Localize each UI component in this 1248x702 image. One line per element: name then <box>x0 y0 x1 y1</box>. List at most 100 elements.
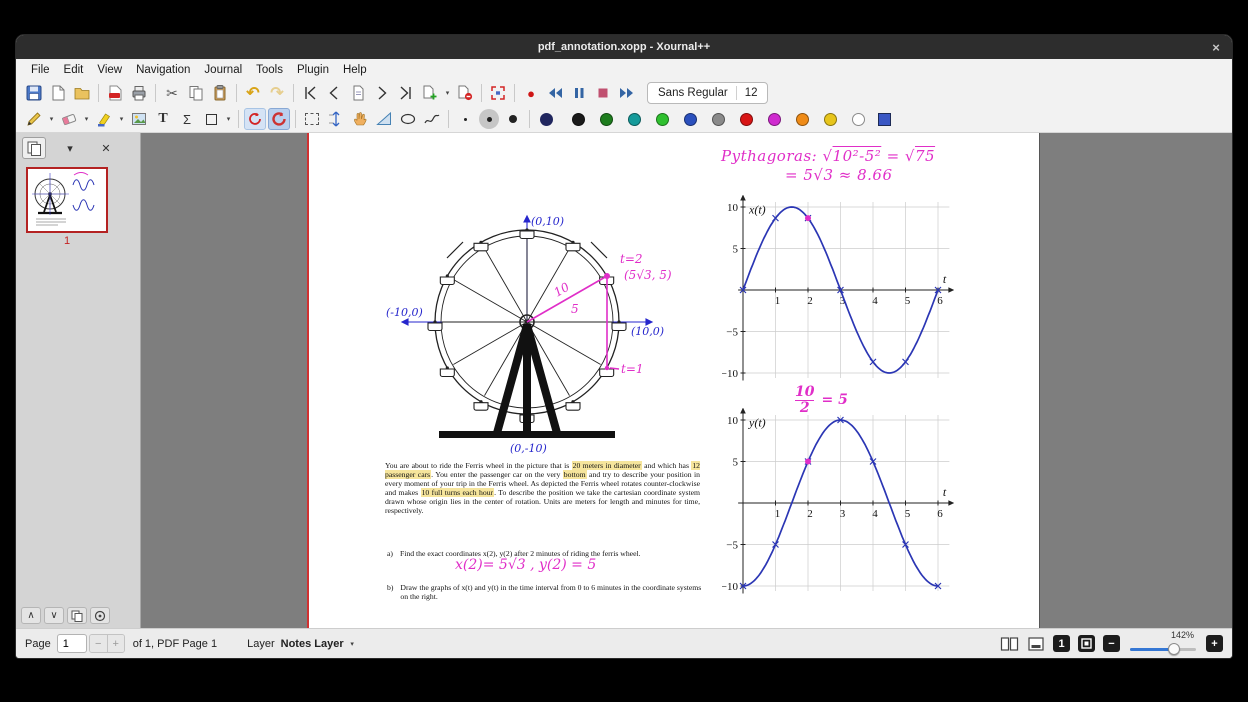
document-canvas[interactable]: Pythagoras: √10²-5² = √75 = 5√3 ≈ 8.66 1… <box>141 133 1232 628</box>
previous-page-button[interactable] <box>323 82 345 104</box>
svg-text:6: 6 <box>937 508 943 520</box>
highlighter-tool-button[interactable] <box>93 108 115 130</box>
svg-text:−10: −10 <box>722 368 738 380</box>
page-thumbnail[interactable] <box>26 167 108 233</box>
goto-page-button[interactable] <box>347 82 369 104</box>
new-document-button[interactable] <box>47 82 69 104</box>
zoom-slider-handle[interactable] <box>1168 642 1180 655</box>
pen-options-dropdown[interactable]: ▾ <box>47 115 56 123</box>
zoom-fit-button[interactable] <box>1078 635 1095 652</box>
page-number-input[interactable] <box>56 634 87 653</box>
thickness-thick-button[interactable] <box>502 108 524 130</box>
menu-help[interactable]: Help <box>336 62 374 78</box>
export-pdf-button[interactable] <box>104 82 126 104</box>
eraser-tool-button[interactable] <box>58 108 80 130</box>
sidebar-close-button[interactable]: ✕ <box>94 137 118 159</box>
color-swatch-magenta[interactable] <box>768 112 781 126</box>
pdf-page[interactable]: Pythagoras: √10²-5² = √75 = 5√3 ≈ 8.66 1… <box>307 133 1040 628</box>
shapes-tool-button[interactable] <box>200 108 222 130</box>
pen-tool-button[interactable] <box>23 108 45 130</box>
thickness-fine-button[interactable] <box>454 108 476 130</box>
cut-button[interactable]: ✂ <box>161 82 183 104</box>
add-page-dropdown[interactable]: ▾ <box>443 89 452 97</box>
hand-tool-button[interactable] <box>349 108 371 130</box>
stop-audio-button[interactable] <box>592 82 614 104</box>
color-swatch-gray[interactable] <box>712 112 725 126</box>
color-swatch-light-green[interactable] <box>656 112 669 126</box>
zoom-out-button[interactable]: − <box>1103 635 1120 652</box>
close-window-button[interactable]: × <box>1208 39 1224 55</box>
zoom-in-button[interactable]: + <box>1206 635 1223 652</box>
zoom-slider-track[interactable] <box>1130 642 1196 655</box>
copy-button[interactable] <box>185 82 207 104</box>
redo-button[interactable]: ↷ <box>266 82 288 104</box>
print-button[interactable] <box>128 82 150 104</box>
dual-page-view-button[interactable] <box>1000 636 1019 652</box>
open-button[interactable] <box>71 82 93 104</box>
color-swatch-green[interactable] <box>600 112 613 126</box>
menu-view[interactable]: View <box>90 62 129 78</box>
shape-recognizer-button[interactable] <box>268 108 290 130</box>
color-swatch-blue[interactable] <box>684 112 697 126</box>
fullscreen-button[interactable] <box>487 82 509 104</box>
layer-value[interactable]: Notes Layer <box>281 638 344 650</box>
svg-text:1: 1 <box>775 508 781 520</box>
thickness-medium-button[interactable] <box>478 108 500 130</box>
pause-audio-button[interactable] <box>568 82 590 104</box>
presentation-view-button[interactable] <box>1027 636 1045 652</box>
image-tool-button[interactable] <box>128 108 150 130</box>
rewind-audio-button[interactable] <box>544 82 566 104</box>
color-swatch-black[interactable] <box>572 112 585 126</box>
zoom-slider[interactable]: 142% <box>1130 630 1196 657</box>
sidebar-dropdown[interactable]: ▾ <box>58 137 82 159</box>
first-page-button[interactable] <box>299 82 321 104</box>
page-up-button[interactable]: ∧ <box>21 607 41 624</box>
snap-rotation-button[interactable] <box>244 108 266 130</box>
duplicate-page-button[interactable] <box>67 607 87 624</box>
circle-tool-button[interactable] <box>397 108 419 130</box>
color-swatch-red[interactable] <box>740 112 753 126</box>
window-title: pdf_annotation.xopp - Xournal++ <box>537 41 711 53</box>
vertical-space-tool-button[interactable] <box>325 108 347 130</box>
tex-tool-button[interactable]: Σ <box>176 108 198 130</box>
open-folder-icon <box>74 88 90 100</box>
text-tool-button[interactable]: T <box>152 108 174 130</box>
paste-button[interactable] <box>209 82 231 104</box>
image-icon <box>132 113 146 125</box>
highlighter-options-dropdown[interactable]: ▾ <box>117 115 126 123</box>
selected-color-swatch[interactable] <box>878 112 891 126</box>
preview-pages-toggle[interactable] <box>22 137 46 159</box>
menu-file[interactable]: File <box>24 62 57 78</box>
color-swatch-white[interactable] <box>852 112 865 126</box>
forward-audio-button[interactable] <box>616 82 638 104</box>
spline-tool-button[interactable] <box>421 108 443 130</box>
menu-tools[interactable]: Tools <box>249 62 290 78</box>
add-page-button[interactable] <box>419 82 441 104</box>
menu-journal[interactable]: Journal <box>197 62 249 78</box>
menu-navigation[interactable]: Navigation <box>129 62 197 78</box>
setsquare-tool-button[interactable] <box>373 108 395 130</box>
select-rect-tool-button[interactable] <box>301 108 323 130</box>
color-swatch-teal[interactable] <box>628 112 641 126</box>
next-page-button[interactable] <box>371 82 393 104</box>
page-decrement-button[interactable]: − <box>89 635 107 652</box>
page-down-button[interactable]: ∨ <box>44 607 64 624</box>
menu-plugin[interactable]: Plugin <box>290 62 336 78</box>
undo-button[interactable]: ↶ <box>242 82 264 104</box>
save-button[interactable] <box>23 82 45 104</box>
app-window: pdf_annotation.xopp - Xournal++ × File E… <box>16 35 1232 658</box>
shapes-options-dropdown[interactable]: ▾ <box>224 115 233 123</box>
page-increment-button[interactable]: + <box>106 635 124 652</box>
layer-dropdown[interactable]: ▾ <box>348 640 357 648</box>
record-audio-button[interactable]: ● <box>520 82 542 104</box>
color-swatch-yellow[interactable] <box>824 112 837 126</box>
svg-text:10: 10 <box>727 202 739 214</box>
last-page-button[interactable] <box>395 82 417 104</box>
font-button[interactable]: Sans Regular 12 <box>647 82 769 104</box>
menu-edit[interactable]: Edit <box>57 62 91 78</box>
focus-page-button[interactable] <box>90 607 110 624</box>
color-swatch-orange[interactable] <box>796 112 809 126</box>
eraser-options-dropdown[interactable]: ▾ <box>82 115 91 123</box>
zoom-100-button[interactable]: 1 <box>1053 635 1070 652</box>
delete-page-button[interactable] <box>454 82 476 104</box>
